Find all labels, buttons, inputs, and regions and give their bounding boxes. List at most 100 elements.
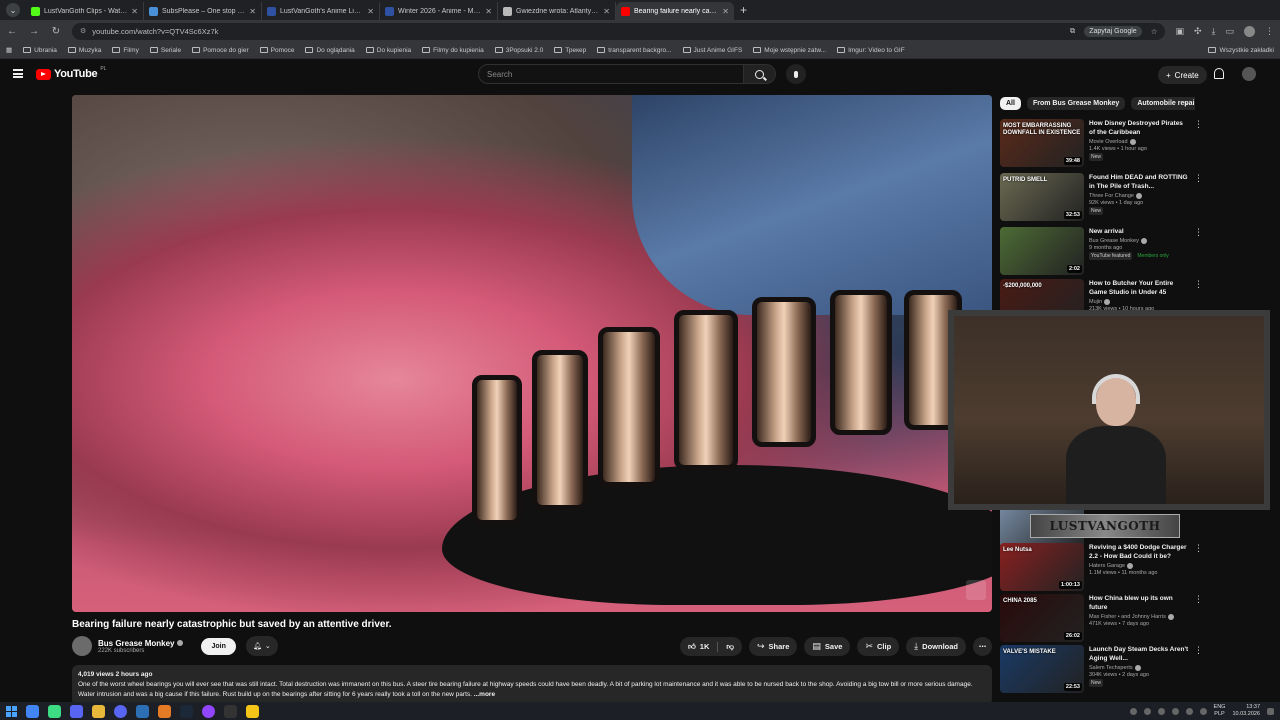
browser-active-icon[interactable] — [70, 704, 83, 718]
tray-icon[interactable] — [1157, 707, 1165, 715]
extension-icon[interactable]: ▣ — [1175, 26, 1184, 37]
recommendation-title[interactable]: How China blew up its own future — [1089, 594, 1189, 612]
bookmark-item[interactable]: Muzyka — [67, 47, 101, 54]
recommendation-title[interactable]: Reviving a $400 Dodge Charger 2.2 - How … — [1089, 543, 1189, 561]
all-bookmarks[interactable]: Wszystkie zakładki — [1208, 47, 1274, 54]
more-options-icon[interactable]: ⋮ — [1194, 594, 1203, 644]
browser-tab[interactable]: LustVanGoth Clips - Watch Live✕ — [26, 2, 144, 20]
bookmark-item[interactable]: Imgur: Video to GIF — [837, 47, 905, 54]
bookmark-item[interactable]: Filmy do kupienia — [422, 47, 484, 54]
video-thumbnail[interactable]: MOST EMBARRASSING DOWNFALL IN EXISTENCE … — [1000, 119, 1084, 167]
close-tab-icon[interactable]: ✕ — [367, 7, 374, 16]
recommendation-title[interactable]: New arrival — [1089, 227, 1189, 236]
bookmark-item[interactable]: Ubrania — [23, 47, 57, 54]
bookmark-item[interactable]: 3Popsuki 2.0 — [494, 47, 543, 54]
filter-chip[interactable]: From Bus Grease Monkey — [1026, 96, 1126, 110]
recommendation-item[interactable]: MOST EMBARRASSING DOWNFALL IN EXISTENCE … — [1000, 119, 1203, 169]
bookmark-star-icon[interactable]: ☆ — [1151, 27, 1158, 36]
more-actions-button[interactable]: ⋯ — [973, 637, 992, 656]
app-icon[interactable] — [48, 704, 61, 718]
voice-search-button[interactable] — [786, 64, 806, 84]
folder-app-icon[interactable] — [92, 704, 105, 718]
more-options-icon[interactable]: ⋮ — [1194, 227, 1203, 277]
install-app-icon[interactable]: ⧉ — [1070, 26, 1075, 36]
video-player[interactable] — [72, 95, 992, 612]
recommendation-item[interactable]: PUTRID SMELL 32:53 Found Him DEAD and RO… — [1000, 173, 1203, 223]
download-button[interactable]: ⤓ Download — [906, 637, 966, 656]
video-thumbnail[interactable]: VALVE'S MISTAKE 22:53 — [1000, 645, 1084, 693]
tab-search-icon[interactable]: ⌄ — [6, 3, 20, 17]
guide-menu-icon[interactable] — [13, 69, 23, 78]
description-box[interactable]: 4,019 views 2 hours ago One of the worst… — [72, 665, 992, 705]
more-options-icon[interactable]: ⋮ — [1194, 645, 1203, 695]
recommendation-channel[interactable]: Max Fisher • and Johnny Harris — [1089, 614, 1189, 620]
dislike-button[interactable]: 👎︎ — [718, 642, 742, 652]
app-icon[interactable] — [136, 704, 149, 718]
recommendation-item[interactable]: 2:02 New arrival Bus Grease Monkey 9 mon… — [1000, 227, 1203, 277]
bookmark-item[interactable]: Pomoce — [259, 47, 294, 54]
steam-icon[interactable] — [180, 704, 193, 718]
close-tab-icon[interactable]: ✕ — [722, 7, 729, 16]
wifi-icon[interactable] — [1185, 707, 1193, 715]
close-tab-icon[interactable]: ✕ — [603, 7, 610, 16]
browser-tab[interactable]: Winter 2026 - Anime - MyAnim✕ — [380, 2, 498, 20]
tray-icon[interactable] — [1143, 707, 1151, 715]
video-thumbnail[interactable]: 2:02 — [1000, 227, 1084, 275]
start-menu-icon[interactable] — [6, 705, 17, 717]
downloads-icon[interactable]: ⤓ — [1212, 26, 1216, 37]
browser-tab[interactable]: Bearing failure nearly catas ✕ — [616, 2, 734, 20]
bookmark-item[interactable]: Do oglądania — [305, 47, 355, 54]
app-icon[interactable] — [224, 704, 237, 718]
back-icon[interactable]: ← — [6, 26, 18, 37]
recommendation-channel[interactable]: Salem Techsperts — [1089, 665, 1189, 671]
clock[interactable]: 13:37 10.03.2026 — [1232, 704, 1260, 718]
browser-menu-icon[interactable]: ⋮ — [1265, 26, 1274, 37]
search-input[interactable]: Search — [478, 64, 744, 84]
account-avatar[interactable] — [1242, 67, 1256, 81]
browser-tab[interactable]: SubsPlease – One stop shop fo ✕ — [144, 2, 262, 20]
notifications-bell-icon[interactable] — [1214, 68, 1224, 79]
bookmark-item[interactable]: Трекер — [554, 47, 586, 54]
profile-avatar[interactable] — [1244, 25, 1255, 37]
recommendation-channel[interactable]: Mujin — [1089, 299, 1189, 305]
channel-watermark-icon[interactable] — [966, 580, 986, 600]
address-bar[interactable]: ⚙ youtube.com/watch?v=QTV4Sc6Xz7k ⧉ Zapy… — [72, 22, 1166, 40]
recommendation-channel[interactable]: Three For Change — [1089, 193, 1189, 199]
recommendation-channel[interactable]: Haters Garage — [1089, 563, 1189, 569]
bookmark-item[interactable]: Do kupienia — [365, 47, 411, 54]
recommendation-title[interactable]: Launch Day Steam Decks Aren't Aging Well… — [1089, 645, 1189, 663]
bookmark-item[interactable]: transparent backgro... — [597, 47, 672, 54]
channel-avatar[interactable] — [72, 636, 92, 656]
vlc-icon[interactable] — [158, 704, 171, 718]
tray-icon[interactable] — [1129, 707, 1137, 715]
site-info-icon[interactable]: ⚙ — [80, 27, 86, 35]
recommendation-item[interactable]: CHINA 2085 26:02 How China blew up its o… — [1000, 594, 1203, 644]
recommendation-item[interactable]: VALVE'S MISTAKE 22:53 Launch Day Steam D… — [1000, 645, 1203, 695]
bookmark-item[interactable]: Pomoce do gier — [192, 47, 249, 54]
volume-icon[interactable] — [1199, 707, 1207, 715]
channel-name[interactable]: Bus Grease Monkey — [98, 639, 184, 648]
video-thumbnail[interactable]: Lee Nutsa 1:00:13 — [1000, 543, 1084, 591]
browser-tab[interactable]: LustVanGoth's Anime List - My ✕ — [262, 2, 380, 20]
filter-chip[interactable]: All — [1000, 96, 1021, 110]
apps-grid-icon[interactable]: ▦ — [6, 46, 12, 54]
subscription-bell-button[interactable]: 🔔︎ ⌄ — [245, 636, 278, 656]
search-button[interactable] — [744, 64, 776, 84]
chevron-right-icon[interactable]: › — [1184, 98, 1187, 108]
extensions-puzzle-icon[interactable]: ✣ — [1194, 26, 1202, 37]
chrome-icon[interactable] — [26, 704, 39, 718]
bookmark-item[interactable]: Moje wstępnie zatw... — [753, 47, 826, 54]
forward-icon[interactable]: → — [28, 26, 40, 37]
recommendation-title[interactable]: How Disney Destroyed Pirates of the Cari… — [1089, 119, 1189, 137]
bookmark-item[interactable]: Seriale — [149, 47, 181, 54]
youtube-logo[interactable]: YouTube PL — [36, 66, 106, 80]
show-more-link[interactable]: ...more — [474, 691, 495, 698]
video-thumbnail[interactable]: PUTRID SMELL 32:53 — [1000, 173, 1084, 221]
reload-icon[interactable]: ↻ — [50, 26, 62, 37]
close-tab-icon[interactable]: ✕ — [131, 7, 138, 16]
clip-button[interactable]: ✂ Clip — [857, 637, 900, 656]
file-explorer-icon[interactable] — [246, 704, 259, 718]
share-button[interactable]: ↪ Share — [749, 637, 798, 656]
recommendation-title[interactable]: How to Butcher Your Entire Game Studio i… — [1089, 279, 1189, 297]
join-button[interactable]: Join — [201, 637, 236, 655]
